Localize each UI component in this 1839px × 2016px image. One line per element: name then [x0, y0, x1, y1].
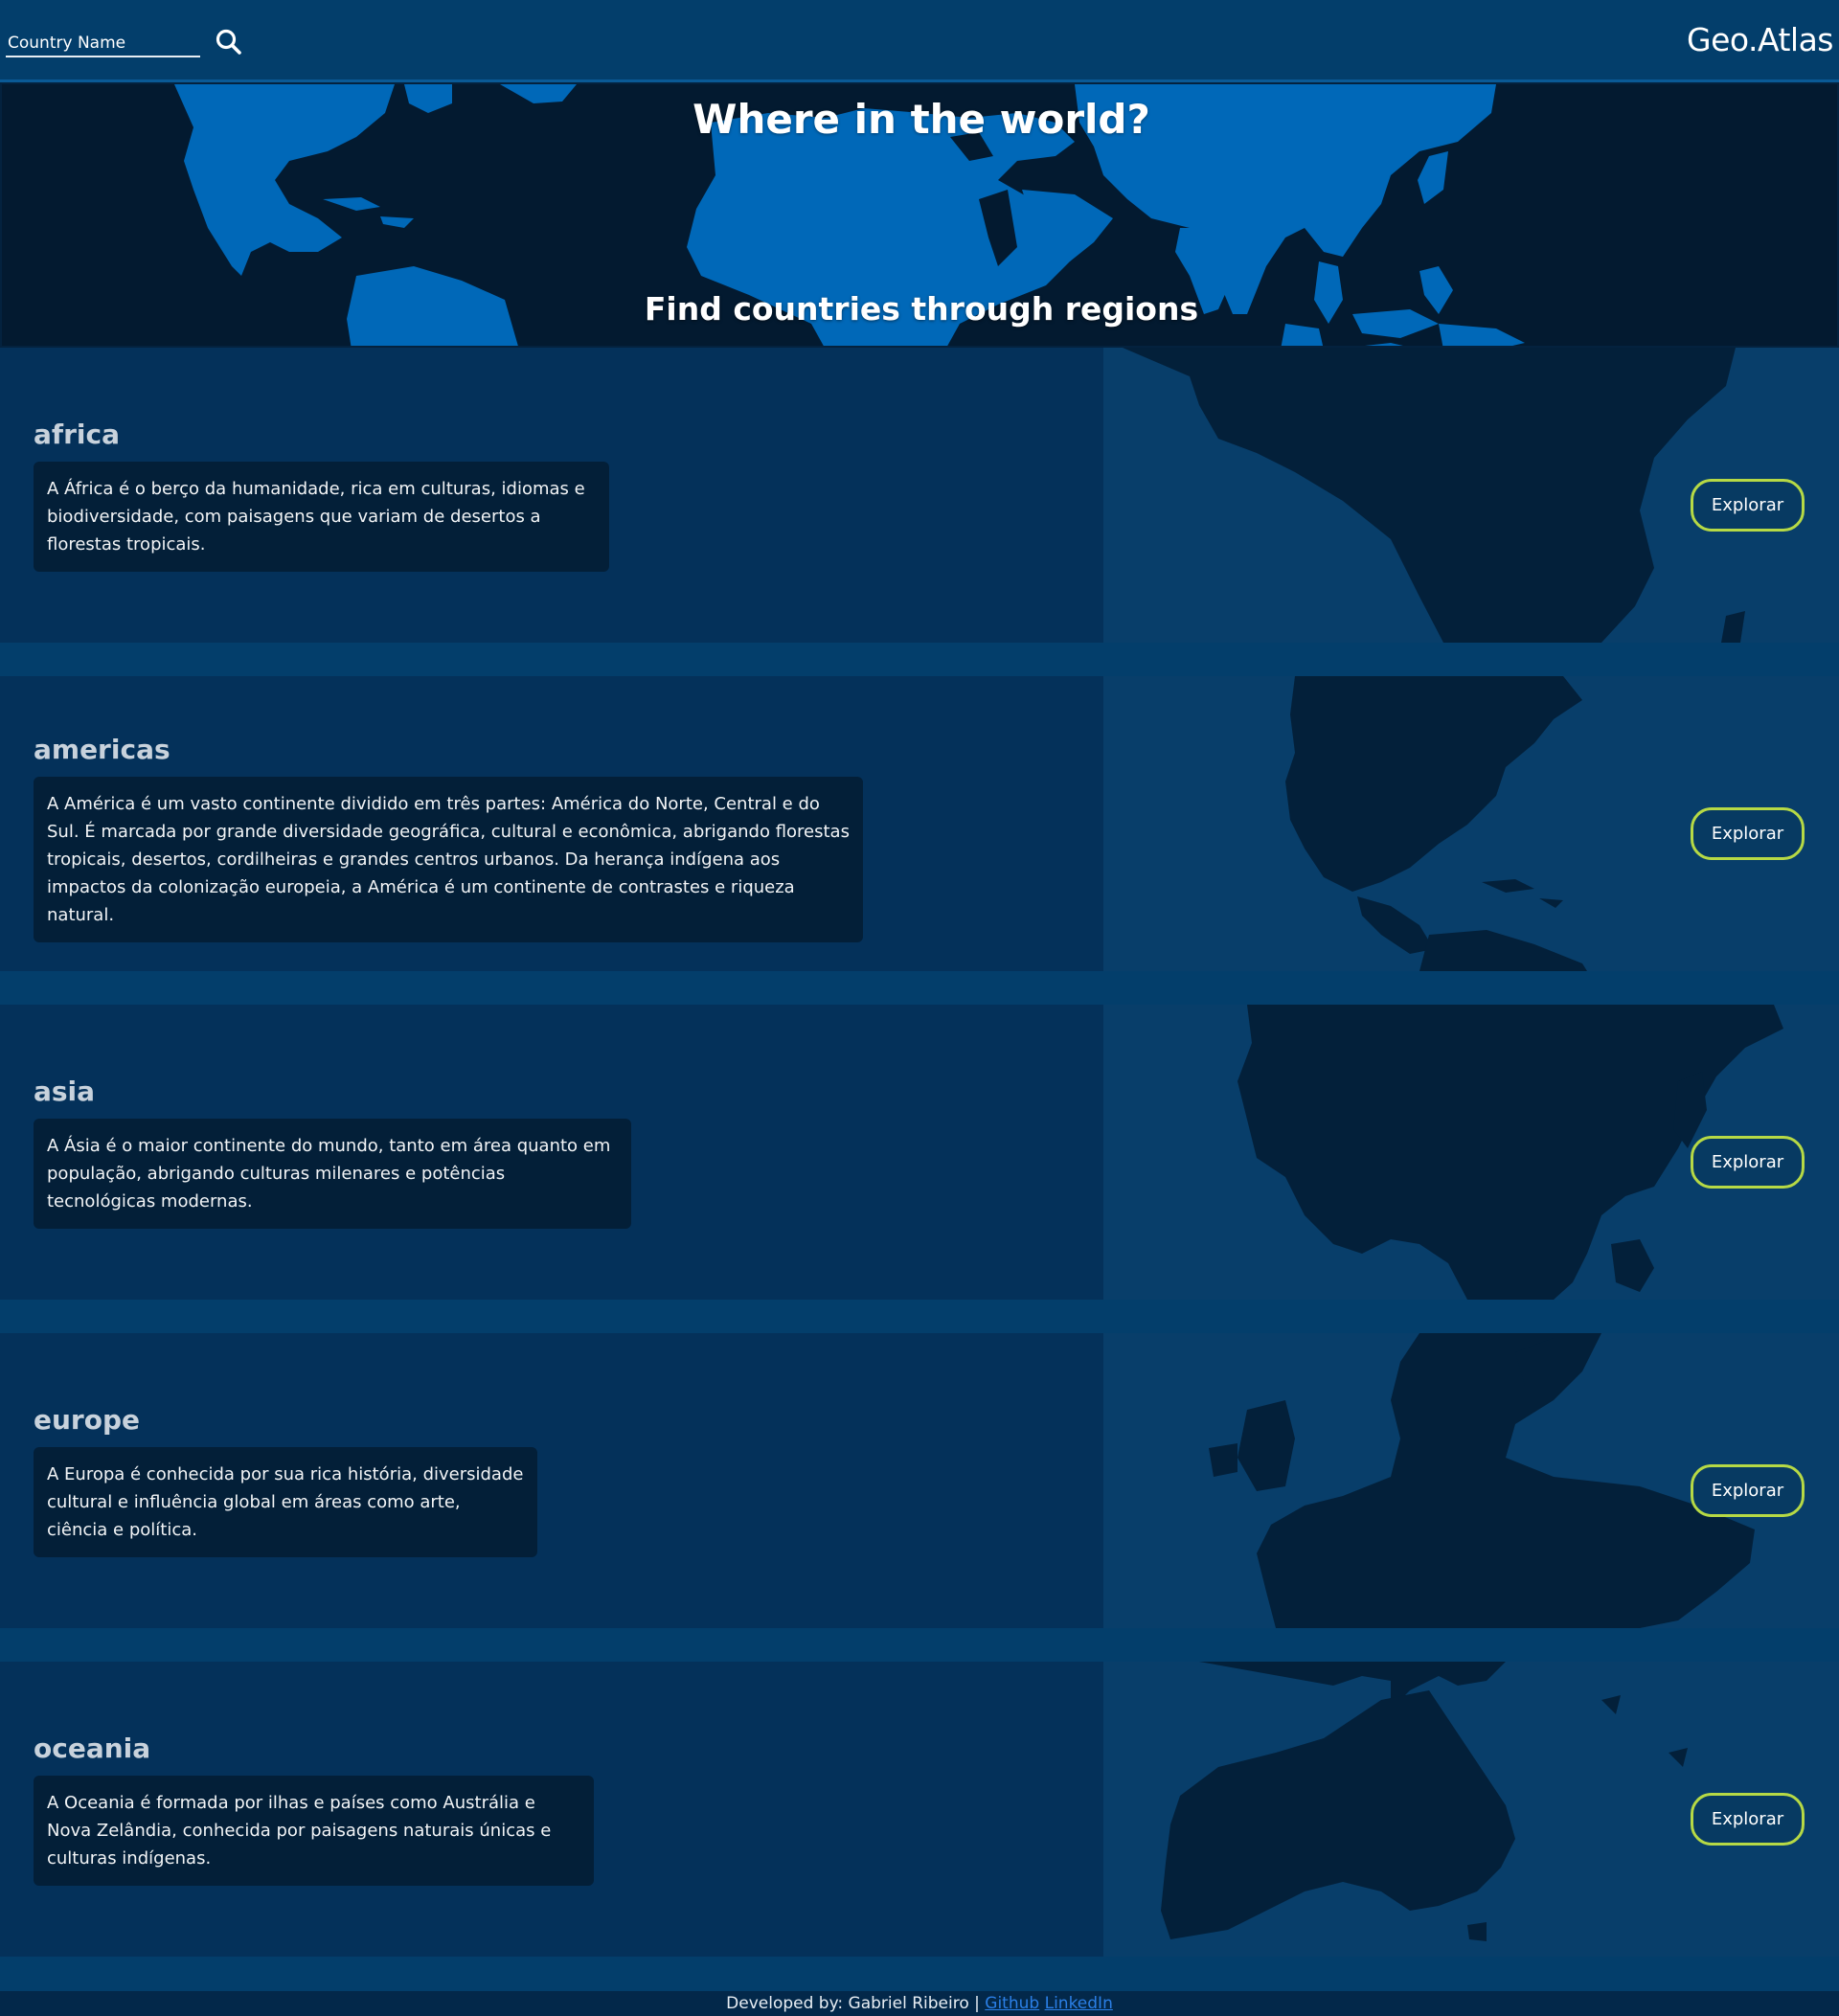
region-description: A Ásia é o maior continente do mundo, ta…	[34, 1119, 631, 1229]
explore-button[interactable]: Explorar	[1691, 1136, 1805, 1189]
region-description: A América é um vasto continente dividido…	[34, 777, 863, 942]
region-card-americas: americas A América é um vasto continente…	[0, 676, 1839, 971]
region-card-oceania: oceania A Oceania é formada por ilhas e …	[0, 1662, 1839, 1957]
region-title: asia	[34, 1076, 96, 1107]
region-description: A Oceania é formada por ilhas e países c…	[34, 1776, 594, 1886]
region-card-africa: africa A África é o berço da humanidade,…	[0, 348, 1839, 643]
region-card-europe: europe A Europa é conhecida por sua rica…	[0, 1333, 1839, 1628]
region-title: americas	[34, 734, 170, 765]
explore-button[interactable]: Explorar	[1691, 1464, 1805, 1517]
footer: Developed by: Gabriel Ribeiro | Github L…	[0, 1991, 1839, 2016]
explore-button[interactable]: Explorar	[1691, 1793, 1805, 1846]
linkedin-link[interactable]: LinkedIn	[1045, 1994, 1113, 2013]
search-form	[6, 25, 241, 57]
brand-logo[interactable]: Geo.Atlas	[1687, 21, 1834, 58]
region-description: A Europa é conhecida por sua rica histór…	[34, 1447, 537, 1557]
region-title: europe	[34, 1404, 141, 1436]
hero-banner: Where in the world? Find countries throu…	[0, 82, 1839, 348]
github-link[interactable]: Github	[985, 1994, 1039, 2013]
region-title: africa	[34, 419, 120, 450]
hero-subtitle: Find countries through regions	[644, 290, 1199, 328]
hero-title: Where in the world?	[692, 96, 1150, 143]
search-button[interactable]	[213, 27, 245, 59]
top-bar: Geo.Atlas	[0, 0, 1839, 82]
region-title: oceania	[34, 1733, 151, 1764]
explore-button[interactable]: Explorar	[1691, 479, 1805, 532]
region-card-asia: asia A Ásia é o maior continente do mund…	[0, 1005, 1839, 1300]
explore-button[interactable]: Explorar	[1691, 807, 1805, 860]
footer-credit: Developed by: Gabriel Ribeiro |	[726, 1994, 986, 2013]
region-description: A África é o berço da humanidade, rica e…	[34, 462, 609, 572]
search-icon	[215, 29, 243, 59]
country-search-input[interactable]	[6, 25, 200, 57]
